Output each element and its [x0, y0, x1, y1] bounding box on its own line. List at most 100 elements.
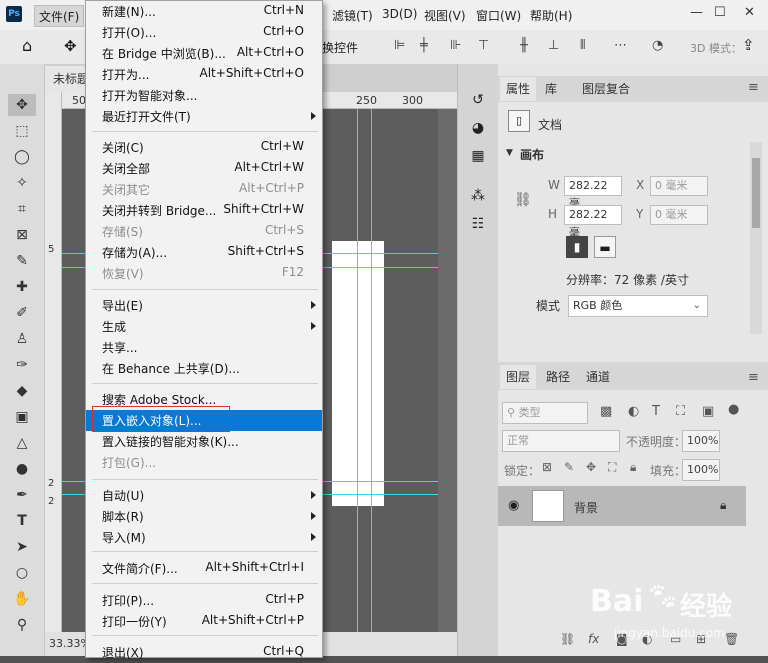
- more-options-icon[interactable]: ⋯: [614, 38, 627, 53]
- swatches-icon[interactable]: ▦: [468, 146, 488, 166]
- brush-settings-icon[interactable]: ⁂: [468, 186, 488, 206]
- file-menu-item[interactable]: 导入(M): [86, 527, 322, 548]
- width-field[interactable]: 282.22 毫: [564, 176, 622, 210]
- lock-artboard-icon[interactable]: ⛶: [608, 460, 616, 475]
- lasso-tool-icon[interactable]: ◯: [8, 146, 36, 168]
- document-canvas[interactable]: [332, 241, 384, 506]
- tab-layer-comps[interactable]: 图层复合: [576, 77, 636, 101]
- file-menu-item[interactable]: 打开为智能对象...: [86, 85, 322, 106]
- landscape-orientation-icon[interactable]: ▬: [594, 236, 616, 258]
- healing-brush-tool-icon[interactable]: ✚: [8, 276, 36, 298]
- link-layers-icon[interactable]: ⛓: [560, 632, 575, 646]
- home-icon[interactable]: ⌂: [22, 36, 32, 55]
- link-icon[interactable]: ⛓: [514, 192, 532, 208]
- lock-pixels-icon[interactable]: ✎: [564, 460, 574, 474]
- show-transform-controls-label[interactable]: 换控件: [322, 39, 358, 56]
- marquee-tool-icon[interactable]: ⬚: [8, 120, 36, 142]
- history-icon[interactable]: ↺: [468, 90, 488, 110]
- layer-filter-select[interactable]: ⚲ 类型: [502, 402, 588, 424]
- file-menu-item[interactable]: 关闭(C) Ctrl+W: [86, 137, 322, 158]
- tab-paths[interactable]: 路径: [540, 365, 576, 389]
- tab-properties[interactable]: 属性: [500, 77, 536, 101]
- menu-view[interactable]: 视图(V): [424, 7, 466, 24]
- distribute-icon[interactable]: ⫴: [580, 38, 585, 53]
- panel-menu-icon[interactable]: ≡: [748, 80, 759, 95]
- tab-libraries[interactable]: 库: [538, 77, 564, 101]
- file-menu-item[interactable]: 脚本(R): [86, 506, 322, 527]
- menu-help[interactable]: 帮助(H): [530, 7, 572, 24]
- menu-filter[interactable]: 滤镜(T): [332, 7, 373, 24]
- file-menu-item[interactable]: 置入链接的智能对象(K)...: [86, 431, 322, 452]
- file-menu-item[interactable]: 打开为... Alt+Shift+Ctrl+O: [86, 64, 322, 85]
- 3d-rotate-icon[interactable]: ◔: [652, 38, 663, 53]
- tab-layers[interactable]: 图层: [500, 365, 536, 389]
- file-menu-item[interactable]: 导出(E): [86, 295, 322, 316]
- lock-transparency-icon[interactable]: ⊠: [542, 460, 552, 474]
- file-menu-item[interactable]: 最近打开文件(T): [86, 106, 322, 127]
- file-menu-item[interactable]: 文件简介(F)... Alt+Shift+Ctrl+I: [86, 558, 322, 579]
- gradient-tool-icon[interactable]: ▣: [8, 406, 36, 428]
- file-menu-item[interactable]: 打开(O)... Ctrl+O: [86, 22, 322, 43]
- lock-position-icon[interactable]: ✥: [586, 460, 596, 474]
- pixel-filter-icon[interactable]: ▩: [600, 404, 612, 419]
- type-filter-icon[interactable]: T: [652, 404, 660, 419]
- file-menu-item[interactable]: 关闭全部 Alt+Ctrl+W: [86, 158, 322, 179]
- share-icon[interactable]: ⇪: [742, 36, 755, 54]
- file-menu-item[interactable]: 退出(X) Ctrl+Q: [86, 642, 322, 663]
- tab-channels[interactable]: 通道: [580, 365, 616, 389]
- align-right-icon[interactable]: ⊪: [450, 38, 461, 53]
- y-field[interactable]: 0 毫米: [650, 205, 708, 225]
- blur-tool-icon[interactable]: △: [8, 432, 36, 454]
- fill-field[interactable]: 100%: [682, 459, 720, 481]
- minimize-button[interactable]: —: [690, 5, 703, 20]
- shape-filter-icon[interactable]: ⛶: [676, 404, 685, 419]
- align-left-icon[interactable]: ⊫: [394, 38, 405, 53]
- align-vcenter-icon[interactable]: ╫: [520, 38, 528, 53]
- type-tool-icon[interactable]: T: [8, 510, 36, 532]
- filter-toggle-icon[interactable]: ●: [728, 402, 739, 417]
- align-top-icon[interactable]: ⊤: [478, 38, 489, 53]
- eraser-tool-icon[interactable]: ◆: [8, 380, 36, 402]
- ellipse-tool-icon[interactable]: ○: [8, 562, 36, 584]
- stamp-tool-icon[interactable]: ♙: [8, 328, 36, 350]
- frame-tool-icon[interactable]: ⊠: [8, 224, 36, 246]
- opacity-field[interactable]: 100%: [682, 430, 720, 452]
- file-menu-item[interactable]: 自动(U): [86, 485, 322, 506]
- adjustments-icon[interactable]: ☷: [468, 214, 488, 234]
- menu-window[interactable]: 窗口(W): [476, 7, 521, 24]
- file-menu-item[interactable]: 关闭并转到 Bridge... Shift+Ctrl+W: [86, 200, 322, 221]
- file-menu-item[interactable]: 打印一份(Y) Alt+Shift+Ctrl+P: [86, 611, 322, 632]
- height-field[interactable]: 282.22 毫: [564, 205, 622, 239]
- smart-object-filter-icon[interactable]: ▣: [702, 404, 714, 419]
- path-selection-tool-icon[interactable]: ➤: [8, 536, 36, 558]
- eyedropper-tool-icon[interactable]: ✎: [8, 250, 36, 272]
- lock-all-icon[interactable]: 🔒︎: [630, 460, 636, 475]
- portrait-orientation-icon[interactable]: ▮: [566, 236, 588, 258]
- align-center-icon[interactable]: ╪: [420, 38, 428, 53]
- eye-visibility-icon[interactable]: ◉: [508, 498, 519, 513]
- properties-scrollbar[interactable]: [750, 142, 762, 334]
- brush-tool-icon[interactable]: ✐: [8, 302, 36, 324]
- collapse-arrow-icon[interactable]: ▼: [506, 148, 513, 158]
- dodge-tool-icon[interactable]: ●: [8, 458, 36, 480]
- move-tool-icon[interactable]: ✥: [8, 94, 36, 116]
- file-menu-item[interactable]: 新建(N)... Ctrl+N: [86, 1, 322, 22]
- file-menu-item[interactable]: 生成: [86, 316, 322, 337]
- panel-menu-icon[interactable]: ≡: [748, 370, 759, 385]
- blend-mode-select[interactable]: 正常: [502, 430, 620, 452]
- file-menu-button[interactable]: 文件(F): [34, 5, 84, 27]
- file-menu-item[interactable]: 存储为(A)... Shift+Ctrl+S: [86, 242, 322, 263]
- crop-tool-icon[interactable]: ⌗: [8, 198, 36, 220]
- history-brush-tool-icon[interactable]: ✑: [8, 354, 36, 376]
- x-field[interactable]: 0 毫米: [650, 176, 708, 196]
- magic-wand-tool-icon[interactable]: ✧: [8, 172, 36, 194]
- file-menu-item[interactable]: 在 Behance 上共享(D)...: [86, 358, 322, 379]
- color-palette-icon[interactable]: ◕: [468, 118, 488, 138]
- zoom-tool-icon[interactable]: ⚲: [8, 614, 36, 636]
- adjustment-filter-icon[interactable]: ◐: [628, 404, 639, 419]
- hand-tool-icon[interactable]: ✋: [8, 588, 36, 610]
- align-bottom-icon[interactable]: ⊥: [548, 38, 559, 53]
- file-menu-item[interactable]: 打印(P)... Ctrl+P: [86, 590, 322, 611]
- pen-tool-icon[interactable]: ✒: [8, 484, 36, 506]
- menu-3d[interactable]: 3D(D): [382, 7, 417, 21]
